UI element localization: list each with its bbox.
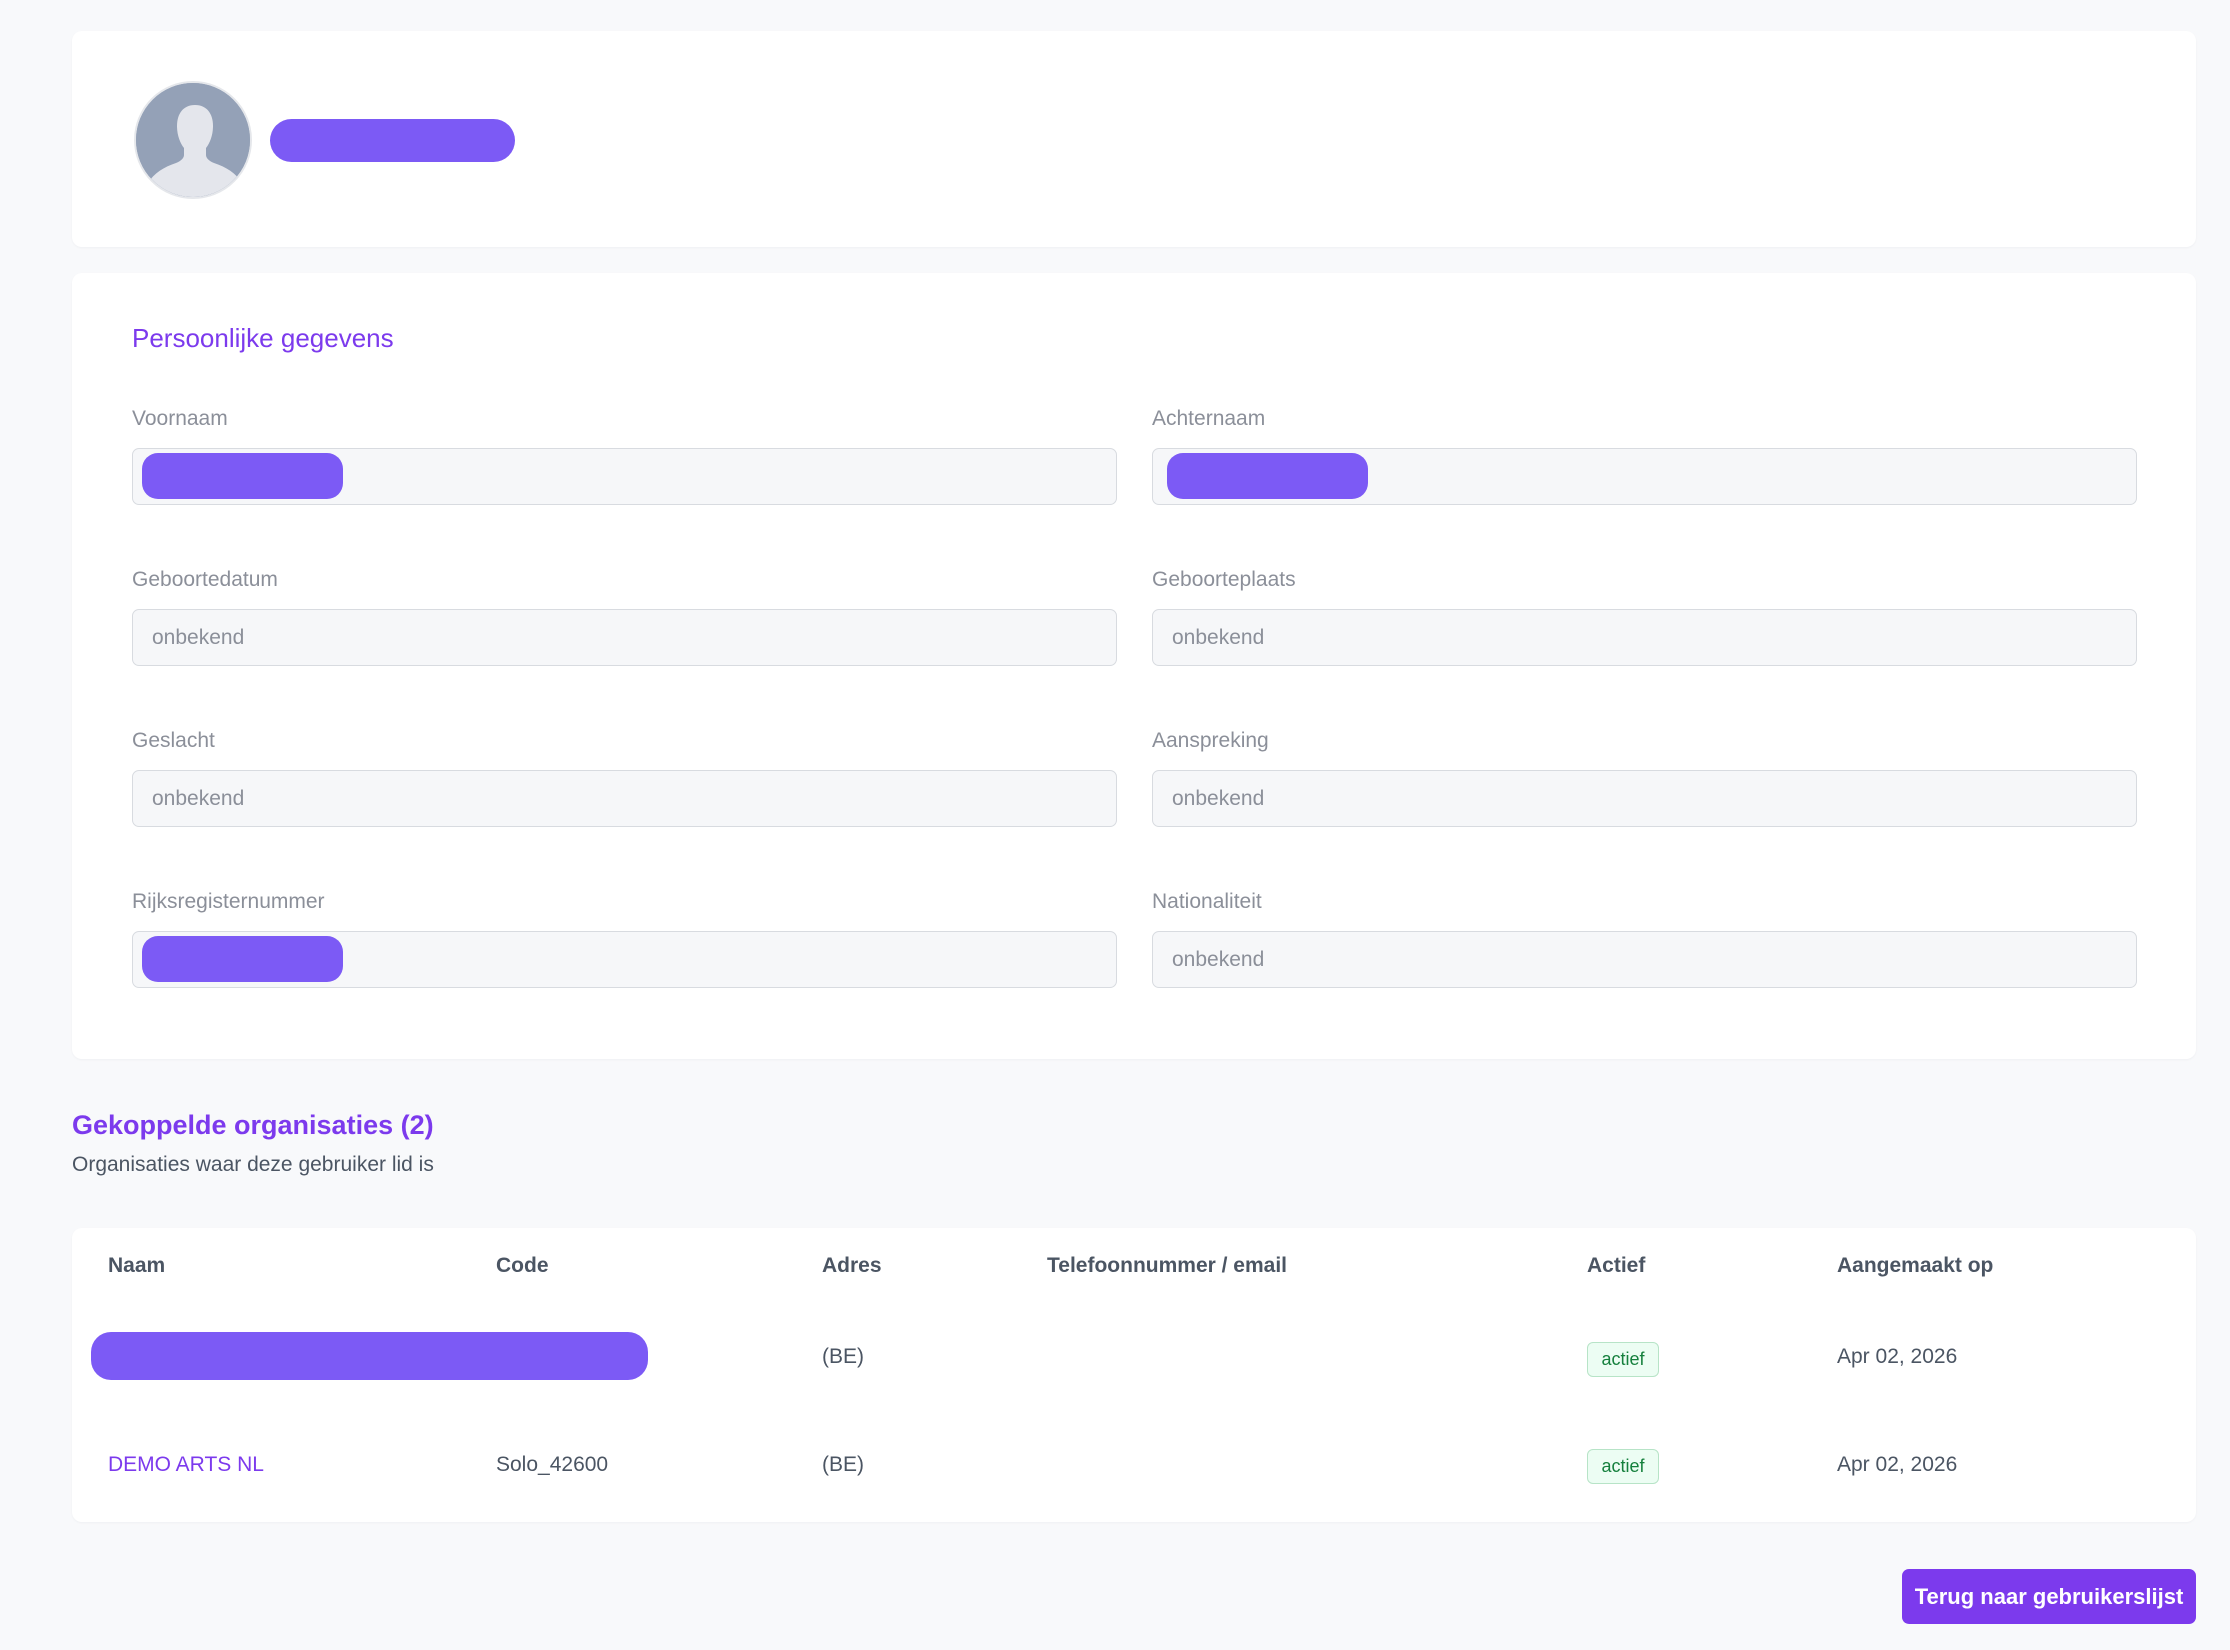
column-header-naam[interactable]: Naam bbox=[108, 1254, 165, 1278]
status-badge: actief bbox=[1587, 1449, 1659, 1484]
label-voornaam: Voornaam bbox=[132, 407, 228, 430]
column-header-code[interactable]: Code bbox=[496, 1254, 549, 1278]
table-cell-created: Apr 02, 2026 bbox=[1837, 1453, 1958, 1476]
field-geboortedatum[interactable]: onbekend bbox=[132, 609, 1117, 666]
rijksregisternummer-redacted bbox=[142, 936, 343, 982]
label-geboortedatum: Geboortedatum bbox=[132, 568, 278, 591]
label-geboorteplaats: Geboorteplaats bbox=[1152, 568, 1296, 591]
label-nationaliteit: Nationaliteit bbox=[1152, 890, 1262, 913]
label-geslacht: Geslacht bbox=[132, 729, 215, 752]
table-cell-created: Apr 02, 2026 bbox=[1837, 1345, 1958, 1368]
user-silhouette-icon bbox=[136, 83, 250, 197]
table-cell-address: (BE) bbox=[822, 1345, 864, 1368]
field-geslacht[interactable]: onbekend bbox=[132, 770, 1117, 827]
back-to-user-list-button[interactable]: Terug naar gebruikerslijst bbox=[1902, 1569, 2196, 1624]
label-rijksregisternummer: Rijksregisternummer bbox=[132, 890, 325, 913]
field-nationaliteit[interactable]: onbekend bbox=[1152, 931, 2137, 988]
field-geboorteplaats[interactable]: onbekend bbox=[1152, 609, 2137, 666]
column-header-actief[interactable]: Actief bbox=[1587, 1254, 1645, 1278]
column-header-adres[interactable]: Adres bbox=[822, 1254, 882, 1278]
section-title-organisations: Gekoppelde organisaties (2) bbox=[72, 1110, 434, 1140]
organisations-table: Naam Code Adres Telefoonnummer / email A… bbox=[72, 1228, 2196, 1522]
field-voornaam[interactable] bbox=[132, 448, 1117, 505]
section-subtitle-organisations: Organisaties waar deze gebruiker lid is bbox=[72, 1153, 434, 1176]
section-title-personal: Persoonlijke gegevens bbox=[132, 323, 394, 353]
table-cell-code: Solo_42600 bbox=[496, 1453, 609, 1476]
field-rijksregisternummer[interactable] bbox=[132, 931, 1117, 988]
label-achternaam: Achternaam bbox=[1152, 407, 1266, 430]
profile-header-card bbox=[72, 31, 2196, 247]
achternaam-redacted bbox=[1167, 453, 1368, 499]
table-cell-name[interactable]: DEMO ARTS NL bbox=[108, 1453, 264, 1477]
voornaam-redacted bbox=[142, 453, 343, 499]
table-row-name-redacted[interactable] bbox=[91, 1332, 648, 1380]
personal-data-card: Persoonlijke gegevens Voornaam Achternaa… bbox=[72, 273, 2196, 1059]
field-achternaam[interactable] bbox=[1152, 448, 2137, 505]
status-badge: actief bbox=[1587, 1342, 1659, 1377]
label-aanspreking: Aanspreking bbox=[1152, 729, 1269, 752]
column-header-aangemaakt[interactable]: Aangemaakt op bbox=[1837, 1254, 1993, 1278]
table-cell-address: (BE) bbox=[822, 1453, 864, 1476]
user-name-redacted bbox=[270, 119, 515, 162]
avatar bbox=[134, 81, 252, 199]
field-aanspreking[interactable]: onbekend bbox=[1152, 770, 2137, 827]
column-header-contact[interactable]: Telefoonnummer / email bbox=[1047, 1254, 1287, 1278]
